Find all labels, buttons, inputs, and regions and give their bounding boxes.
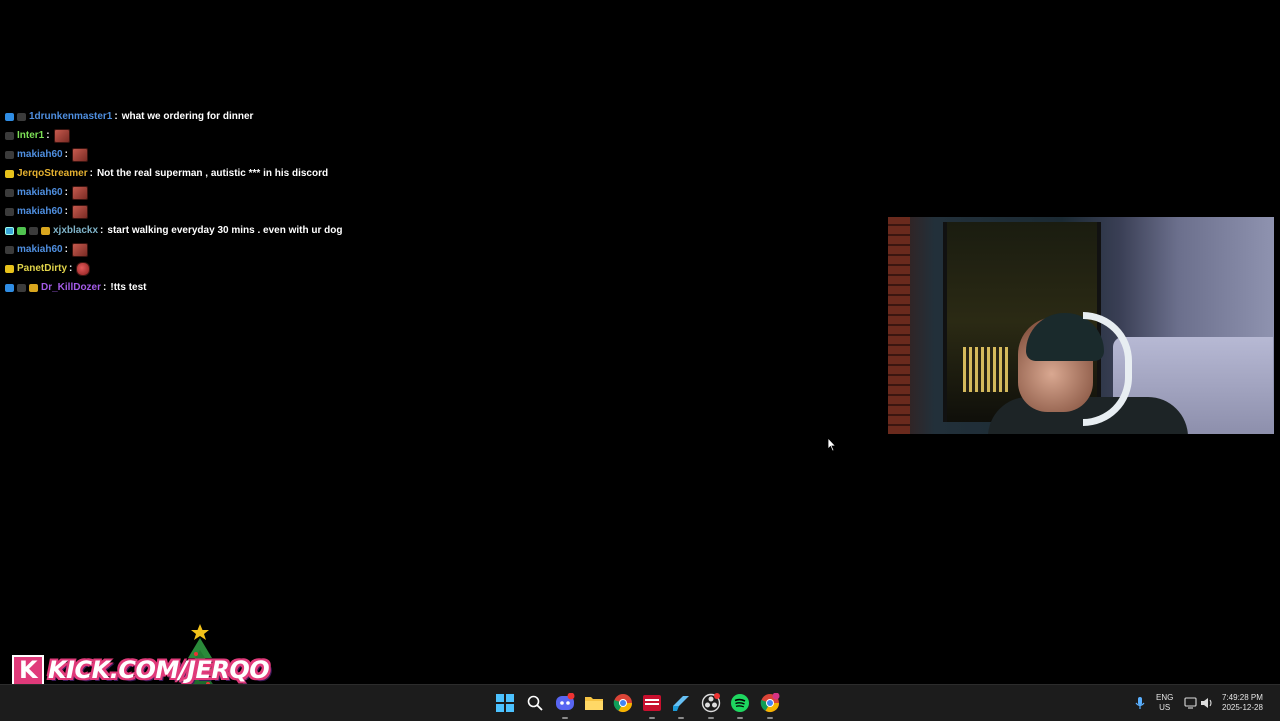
clock-date: 2025-12-28 — [1222, 703, 1263, 712]
language-indicator[interactable]: ENG US — [1156, 685, 1173, 721]
discord-icon[interactable] — [553, 691, 577, 719]
chat-separator: : — [64, 206, 68, 217]
network-icon[interactable] — [1184, 685, 1197, 721]
chat-message-row: Dr_KillDozer: !tts test — [5, 278, 605, 297]
chat-separator: : — [64, 244, 68, 255]
chat-message-text: what we ordering for dinner — [121, 111, 254, 122]
chat-message-row: Inter1: — [5, 126, 605, 145]
chat-separator: : — [46, 130, 50, 141]
language-label: ENG — [1156, 693, 1174, 702]
windows-taskbar: ENG US 7:49:28 PM 2025-12-28 — [0, 684, 1280, 721]
chat-badge-icon — [5, 131, 14, 140]
chat-badge-icon — [29, 226, 38, 235]
chat-username[interactable]: makiah60 — [17, 206, 63, 217]
running-indicator — [562, 717, 568, 719]
chat-emote-icon — [71, 147, 88, 162]
chat-username[interactable]: 1drunkenmaster1 — [29, 111, 112, 122]
chat-badge-icon — [5, 150, 14, 159]
running-indicator — [737, 717, 743, 719]
webcam-brick-wall — [888, 217, 910, 434]
running-indicator — [767, 717, 773, 719]
chat-separator: : — [64, 149, 68, 160]
chat-badge-icon — [17, 283, 26, 292]
chat-message-row: xjxblackx: start walking everyday 30 mins… — [5, 221, 605, 240]
kick-url-text: K KICK.COM/JERQO — [12, 655, 270, 687]
chat-username[interactable]: makiah60 — [17, 187, 63, 198]
chat-message-row: makiah60: — [5, 183, 605, 202]
microphone-icon[interactable] — [1134, 685, 1146, 721]
chat-username[interactable]: makiah60 — [17, 149, 63, 160]
running-indicator — [649, 717, 655, 719]
search-icon[interactable] — [523, 691, 547, 715]
clock-time: 7:49:28 PM — [1222, 693, 1263, 702]
spotify-icon[interactable] — [728, 691, 752, 719]
steam-icon[interactable] — [669, 691, 693, 719]
chat-badge-icon — [17, 112, 26, 121]
chat-username[interactable]: xjxblackx — [53, 225, 98, 236]
chat-separator: : — [69, 263, 73, 274]
chat-overlay: 1drunkenmaster1: what we ordering for din… — [5, 107, 605, 297]
chat-badge-icon — [5, 245, 14, 254]
chat-message-text: !tts test — [110, 282, 147, 293]
chat-badge-icon — [29, 283, 38, 292]
chat-message-text: Not the real superman , autistic *** in … — [96, 168, 329, 179]
chat-badge-icon — [5, 188, 14, 197]
chat-badge-icon — [5, 169, 14, 178]
chat-separator: : — [89, 168, 93, 179]
chat-username[interactable]: makiah60 — [17, 244, 63, 255]
chat-message-row: JerqoStreamer: Not the real superman , au… — [5, 164, 605, 183]
webcam-feed — [888, 217, 1274, 434]
kick-url-label: KICK.COM/JERQO — [48, 656, 270, 684]
chat-emote-icon — [71, 242, 88, 257]
webcam-city-lights — [963, 347, 1008, 392]
chat-separator: : — [103, 282, 107, 293]
running-indicator — [678, 717, 684, 719]
chrome-profile-icon[interactable] — [758, 691, 782, 719]
chat-badge-icon — [5, 112, 14, 121]
chat-username[interactable]: JerqoStreamer — [17, 168, 88, 179]
running-indicator — [708, 717, 714, 719]
chat-separator: : — [100, 225, 104, 236]
chat-badge-icon — [5, 207, 14, 216]
chat-emote-icon — [53, 128, 70, 143]
region-label: US — [1159, 703, 1171, 712]
chat-badge-icon — [17, 226, 26, 235]
chat-message-row: makiah60: — [5, 145, 605, 164]
chat-separator: : — [64, 187, 68, 198]
chat-badge-icon — [41, 226, 50, 235]
file-explorer-icon[interactable] — [582, 691, 606, 715]
mouse-cursor-icon — [827, 437, 837, 452]
chat-badge-icon — [5, 226, 14, 235]
chat-username[interactable]: PanetDirty — [17, 263, 67, 274]
chat-badge-icon — [5, 264, 14, 273]
chat-emote-icon — [76, 261, 91, 276]
chat-message-row: PanetDirty: — [5, 259, 605, 278]
chrome-icon[interactable] — [611, 691, 635, 715]
chat-separator: : — [114, 111, 118, 122]
chat-badge-icon — [5, 283, 14, 292]
chat-message-row: makiah60: — [5, 240, 605, 259]
volume-icon[interactable] — [1200, 685, 1214, 721]
chat-message-text: start walking everyday 30 mins . even wi… — [107, 225, 343, 236]
chat-message-row: 1drunkenmaster1: what we ordering for din… — [5, 107, 605, 126]
chat-emote-icon — [71, 185, 88, 200]
chat-emote-icon — [71, 204, 88, 219]
windows-start-icon[interactable] — [493, 691, 517, 715]
streaming-app-icon[interactable] — [640, 691, 664, 719]
chat-username[interactable]: Inter1 — [17, 130, 44, 141]
chat-message-row: makiah60: — [5, 202, 605, 221]
clock[interactable]: 7:49:28 PM 2025-12-28 — [1222, 685, 1263, 721]
obs-icon[interactable] — [699, 691, 723, 719]
chat-username[interactable]: Dr_KillDozer — [41, 282, 101, 293]
kick-k-icon: K — [12, 655, 44, 687]
